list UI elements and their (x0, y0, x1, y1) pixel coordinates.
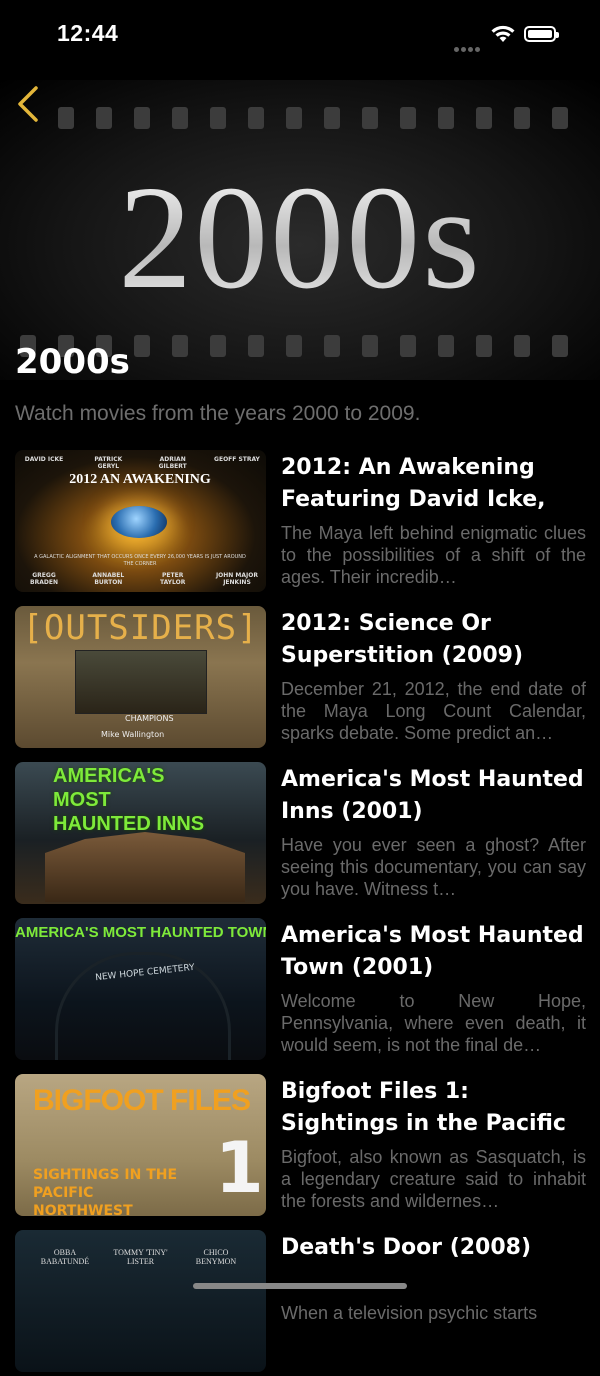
film-strip-top (0, 107, 600, 131)
poster-title: 2012 AN AWAKENING (69, 472, 211, 487)
home-indicator[interactable] (193, 1283, 407, 1289)
poster-credit: PETER TAYLOR (159, 572, 186, 586)
movie-row[interactable]: DAVID ICKE PATRICK GERYL ADRIAN GILBERT … (0, 450, 600, 596)
movie-poster: [OUTSIDERS] CHAMPIONS Mike Wallington (15, 606, 266, 748)
haunted-inn-building (45, 832, 245, 902)
poster-subtitle: SIGHTINGS IN THE PACIFIC NORTHWEST (33, 1167, 178, 1216)
poster-credit: PATRICK GERYL (94, 456, 123, 470)
movie-poster: OBBA BABATUNDÉ TOMMY 'TINY' LISTER CHICO… (15, 1230, 266, 1372)
poster-title: BIGFOOT FILES (33, 1084, 251, 1117)
poster-credit: OBBA BABATUNDÉ (40, 1248, 90, 1266)
poster-title: AMERICA'S MOST HAUNTED INNS (53, 765, 205, 835)
movie-row[interactable]: AMERICA'S MOST HAUNTED TOWN NEW HOPE CEM… (0, 918, 600, 1064)
wifi-icon (491, 25, 515, 42)
poster-tagline: A GALACTIC ALIGNMENT THAT OCCURS ONCE EV… (34, 554, 246, 567)
movie-title: America's Most Haunted Inns (2001) (281, 767, 584, 824)
movie-description: Welcome to New Hope, Pennsylvania, where… (281, 991, 586, 1055)
movie-title: Death's Door (2008) (281, 1235, 532, 1260)
movie-description: Have you ever seen a ghost? After seeing… (281, 835, 586, 899)
movie-title: America's Most Haunted Town (2001) (281, 923, 584, 980)
movie-poster: BIGFOOT FILES SIGHTINGS IN THE PACIFIC N… (15, 1074, 266, 1216)
page-title: 2000s (15, 342, 130, 382)
poster-credit: CHICO BENYMON (195, 1248, 237, 1266)
page-subtitle: Watch movies from the years 2000 to 2009… (15, 402, 421, 425)
cellular-signal-icon (454, 37, 482, 56)
movie-description: December 21, 2012, the end date of the M… (281, 679, 586, 743)
movie-poster: AMERICA'S MOST HAUNTED TOWN NEW HOPE CEM… (15, 918, 266, 1060)
poster-credit: GREGG BRADEN (30, 572, 58, 586)
poster-credit: TOMMY 'TINY' LISTER (113, 1248, 168, 1266)
battery-icon (524, 26, 559, 42)
poster-title: AMERICA'S MOST HAUNTED TOWN (15, 924, 266, 941)
status-time: 12:44 (57, 20, 119, 46)
status-bar: 12:44 (0, 0, 600, 70)
poster-number: 1 (215, 1127, 264, 1209)
movie-row[interactable]: BIGFOOT FILES SIGHTINGS IN THE PACIFIC N… (0, 1074, 600, 1220)
movie-title: 2012: An Awakening Featuring David Icke,… (281, 455, 546, 512)
poster-credits: OBBA BABATUNDÉ TOMMY 'TINY' LISTER CHICO… (35, 1248, 246, 1266)
earth-image (111, 506, 167, 538)
hero-title: 2000s (0, 158, 600, 318)
poster-credit: JOHN MAJOR JENKINS (215, 572, 258, 586)
poster-credit: Mike Wallington (101, 730, 165, 739)
hero-banner: 2000s (0, 80, 600, 380)
back-chevron-icon[interactable] (14, 84, 44, 124)
movie-title: 2012: Science Or Superstition (2009) (281, 611, 524, 668)
poster-credit: GEOFF STRAY (214, 456, 260, 463)
poster-title: [OUTSIDERS] (22, 608, 259, 648)
poster-credit: ANNABEL BURTON (92, 572, 125, 586)
movie-row[interactable]: [OUTSIDERS] CHAMPIONS Mike Wallington 20… (0, 606, 600, 752)
poster-scene (75, 650, 207, 714)
movie-row[interactable]: AMERICA'S MOST HAUNTED INNS America's Mo… (0, 762, 600, 908)
poster-credits: DAVID ICKE PATRICK GERYL ADRIAN GILBERT … (21, 456, 260, 470)
movie-row[interactable]: OBBA BABATUNDÉ TOMMY 'TINY' LISTER CHICO… (0, 1230, 600, 1376)
movie-poster: AMERICA'S MOST HAUNTED INNS (15, 762, 266, 904)
movie-title: Bigfoot Files 1: Sightings in the Pacifi… (281, 1079, 566, 1136)
poster-caption: CHAMPIONS (125, 714, 174, 723)
poster-credit: ADRIAN GILBERT (158, 456, 187, 470)
movie-poster: DAVID ICKE PATRICK GERYL ADRIAN GILBERT … (15, 450, 266, 592)
movie-description: Bigfoot, also known as Sasquatch, is a l… (281, 1147, 586, 1211)
movie-description: The Maya left behind enigmatic clues to … (281, 523, 586, 587)
movie-description: When a television psychic starts (281, 1303, 538, 1323)
poster-credits-bottom: GREGG BRADEN ANNABEL BURTON PETER TAYLOR… (21, 572, 260, 586)
poster-credit: DAVID ICKE (24, 456, 64, 463)
